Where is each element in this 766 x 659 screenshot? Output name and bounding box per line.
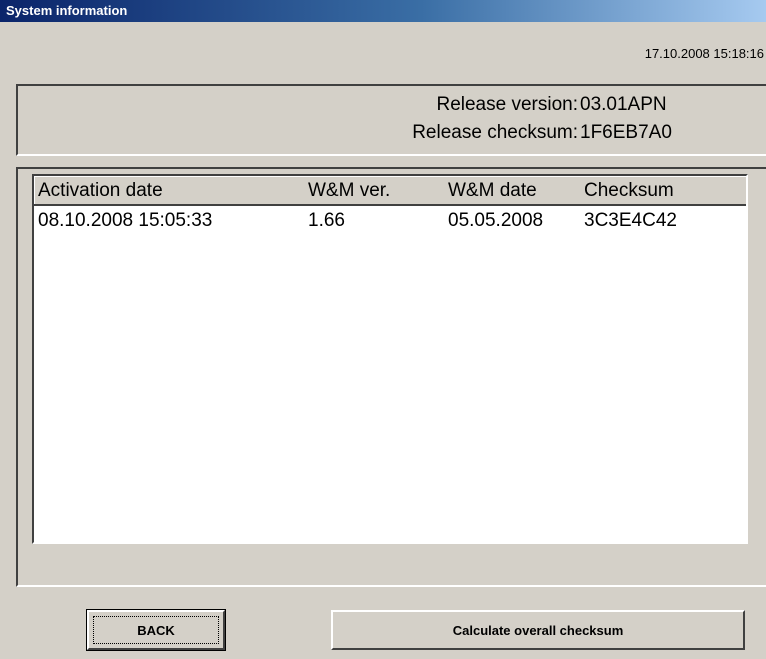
window-title: System information	[6, 3, 128, 18]
release-info-panel: Release version: 03.01APN Release checks…	[16, 84, 766, 156]
calculate-checksum-label: Calculate overall checksum	[452, 622, 624, 638]
column-header-wm-date[interactable]: W&M date	[448, 180, 537, 202]
calculate-checksum-button[interactable]: Calculate overall checksum	[331, 610, 745, 650]
column-header-wm-version[interactable]: W&M ver.	[308, 180, 390, 202]
activation-table[interactable]: Activation date W&M ver. W&M date Checks…	[32, 174, 748, 544]
column-header-checksum[interactable]: Checksum	[584, 180, 674, 202]
release-version-label: Release version:	[436, 94, 578, 115]
release-version-value: 03.01APN	[580, 94, 667, 115]
cell-wm-date: 05.05.2008	[448, 210, 544, 231]
timestamp: 17.10.2008 15:18:16	[644, 46, 764, 61]
focus-rectangle	[93, 616, 219, 644]
title-bar: System information	[0, 0, 766, 22]
cell-checksum: 3C3E4C42	[584, 210, 677, 231]
release-checksum-label: Release checksum:	[412, 122, 578, 143]
cell-wm-version: 1.66	[308, 210, 345, 231]
history-group-box: Activation date W&M ver. W&M date Checks…	[16, 167, 766, 587]
back-button[interactable]: BACK	[86, 609, 226, 651]
table-header: Activation date W&M ver. W&M date Checks…	[34, 176, 746, 206]
release-checksum-value: 1F6EB7A0	[580, 122, 672, 143]
table-row[interactable]: 08.10.2008 15:05:33 1.66 05.05.2008 3C3E…	[34, 210, 746, 236]
column-header-activation-date[interactable]: Activation date	[38, 180, 163, 202]
cell-activation-date: 08.10.2008 15:05:33	[38, 210, 213, 231]
